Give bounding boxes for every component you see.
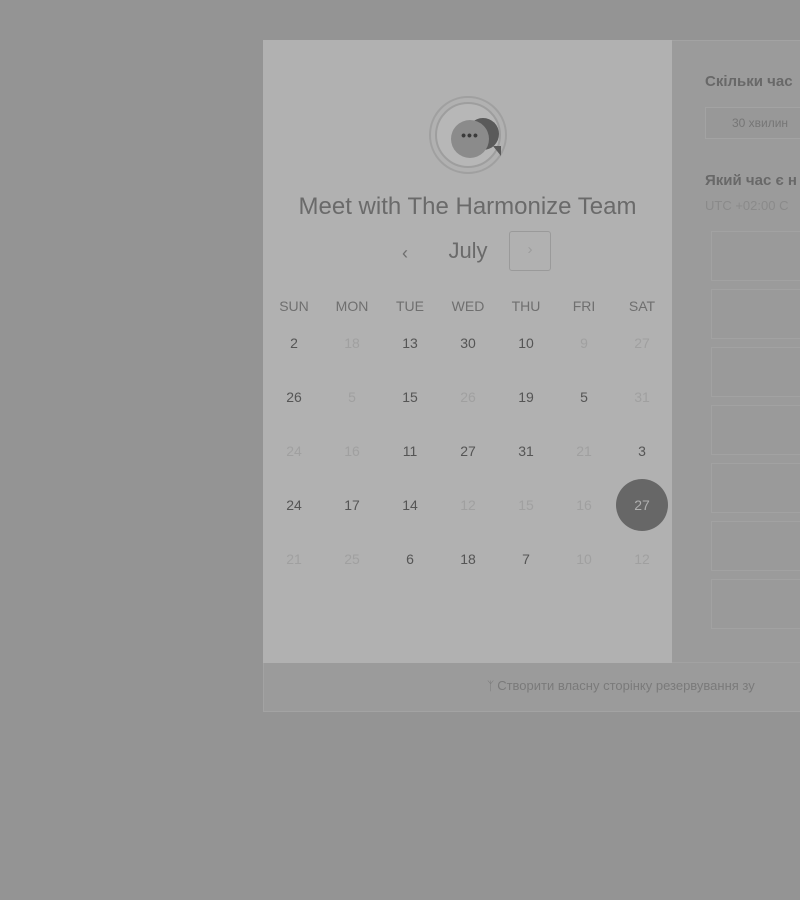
calendar-day: 26: [460, 389, 476, 405]
sprocket-icon: ᛉ: [487, 679, 495, 693]
weekday-fri: FRI: [572, 298, 596, 314]
calendar-day[interactable]: 11: [384, 425, 436, 477]
meeting-title: Meet with The Harmonize Team: [298, 193, 637, 220]
calendar-day: 10: [576, 551, 592, 567]
create-booking-page-link[interactable]: ᛉ Створити власну сторінку резервування з…: [487, 678, 755, 693]
weekday-sat: SAT: [628, 298, 656, 314]
calendar-day: 24: [286, 443, 302, 459]
create-booking-page-text: Створити власну сторінку резервування зу: [497, 678, 755, 693]
calendar-day[interactable]: 14: [384, 479, 436, 531]
calendar-day: 31: [634, 389, 650, 405]
calendar-day: 16: [344, 443, 360, 459]
calendar-day[interactable]: 26: [268, 371, 320, 423]
weekday-header: SUN MON TUE WED THU FRI SAT: [263, 298, 672, 318]
time-question: Який час є н: [705, 172, 797, 189]
next-month-button[interactable]: ›: [509, 231, 551, 271]
time-slot-button[interactable]: [711, 289, 800, 339]
time-slot-button[interactable]: [711, 405, 800, 455]
weekday-mon: MON: [335, 298, 369, 314]
duration-question: Скільки час: [705, 73, 793, 90]
calendar-day: 5: [348, 389, 356, 405]
chat-bubble-icon: •••: [451, 120, 489, 158]
calendar-panel: ••• Meet with The Harmonize Team ‹ July …: [263, 40, 672, 663]
calendar-day[interactable]: 17: [326, 479, 378, 531]
time-slot-button[interactable]: [711, 347, 800, 397]
calendar-day[interactable]: 31: [500, 425, 552, 477]
calendar-day: 12: [460, 497, 476, 513]
calendar-day[interactable]: 3: [616, 425, 668, 477]
calendar-day[interactable]: 2: [268, 317, 320, 369]
calendar-day[interactable]: 24: [268, 479, 320, 531]
prev-month-button[interactable]: ‹: [393, 242, 417, 266]
time-slot-button[interactable]: [711, 463, 800, 513]
booking-side-panel: Скільки час 30 хвилин Який час є н UTC +…: [672, 40, 800, 663]
timezone-label: UTC +02:00 C: [705, 198, 789, 213]
calendar-day: 18: [344, 335, 360, 351]
weekday-thu: THU: [511, 298, 541, 314]
calendar-day[interactable]: 19: [500, 371, 552, 423]
calendar-day[interactable]: 15: [384, 371, 436, 423]
calendar-day: 21: [286, 551, 302, 567]
calendar-day: 9: [580, 335, 588, 351]
calendar-day[interactable]: 18: [442, 533, 494, 585]
calendar-day[interactable]: 10: [500, 317, 552, 369]
calendar-day[interactable]: 6: [384, 533, 436, 585]
calendar-day[interactable]: 13: [384, 317, 436, 369]
time-slot-button[interactable]: [711, 521, 800, 571]
time-slot-button[interactable]: [711, 231, 800, 281]
time-slot-button[interactable]: [711, 579, 800, 629]
calendar-day[interactable]: 30: [442, 317, 494, 369]
calendar-day: 27: [634, 335, 650, 351]
weekday-tue: TUE: [396, 298, 424, 314]
calendar-day[interactable]: 7: [500, 533, 552, 585]
calendar-day: 12: [634, 551, 650, 567]
weekday-wed: WED: [451, 298, 485, 314]
calendar-day: 25: [344, 551, 360, 567]
duration-option-button[interactable]: 30 хвилин: [705, 107, 800, 139]
month-label: July: [448, 238, 488, 263]
weekday-sun: SUN: [279, 298, 309, 314]
avatar: •••: [429, 96, 507, 174]
calendar-day[interactable]: 27: [442, 425, 494, 477]
calendar-day[interactable]: 5: [558, 371, 610, 423]
calendar-day: 16: [576, 497, 592, 513]
calendar-day: 15: [518, 497, 534, 513]
calendar-day: 21: [576, 443, 592, 459]
selected-day[interactable]: 27: [616, 479, 668, 531]
month-navigation: ‹ July ›: [263, 230, 672, 274]
